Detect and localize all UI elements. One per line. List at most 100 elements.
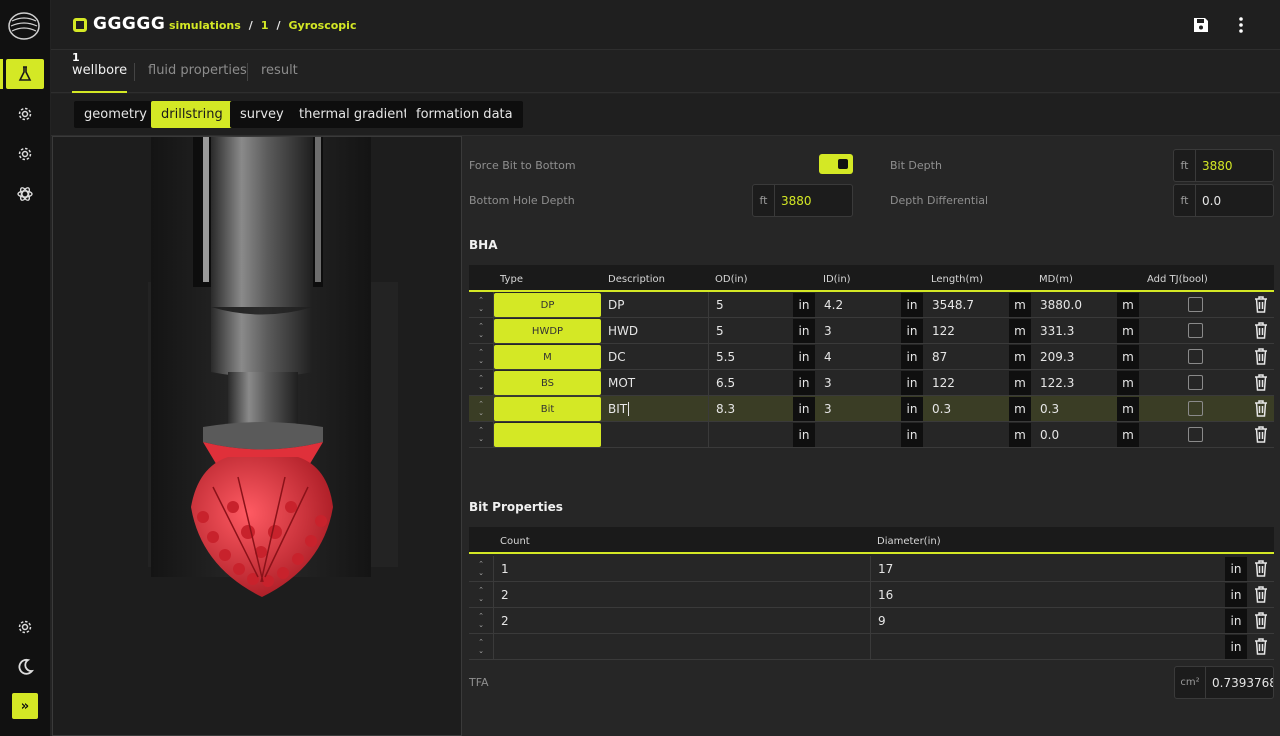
bha-od-input[interactable]: 5.5 (709, 344, 794, 370)
bha-type-select[interactable]: Bit (494, 397, 601, 421)
bha-description-input[interactable]: DC (602, 344, 709, 370)
bha-length-input[interactable]: 122 (925, 370, 1010, 396)
delete-row-button[interactable] (1254, 612, 1268, 629)
delete-row-button[interactable] (1254, 400, 1268, 417)
chevron-down-icon[interactable]: ⌄ (478, 305, 484, 314)
delete-row-button[interactable] (1254, 322, 1268, 339)
bha-od-input[interactable] (709, 422, 794, 448)
bha-id-input[interactable]: 3 (817, 318, 902, 344)
bit-diameter-input[interactable]: 17 (871, 556, 1225, 582)
bha-od-input[interactable]: 8.3 (709, 396, 794, 422)
logo-icon[interactable] (7, 11, 41, 41)
bit-diameter-input[interactable]: 9 (871, 608, 1225, 634)
chevron-up-icon[interactable]: ⌃ (478, 400, 484, 409)
bha-type-select[interactable]: M (494, 345, 601, 369)
reorder-stepper[interactable]: ⌃ ⌄ (469, 292, 494, 318)
reorder-stepper[interactable]: ⌃ ⌄ (469, 634, 494, 660)
chevron-down-icon[interactable]: ⌄ (478, 647, 484, 656)
bha-id-input[interactable]: 4 (817, 344, 902, 370)
reorder-stepper[interactable]: ⌃ ⌄ (469, 422, 494, 448)
delete-row-button[interactable] (1254, 586, 1268, 603)
tab-wellbore[interactable]: wellbore (72, 63, 128, 93)
tab-fluid-properties[interactable]: fluid properties (148, 63, 247, 93)
sidebar-item-lab[interactable] (0, 59, 44, 89)
sidebar-item-dark-mode[interactable] (6, 652, 44, 682)
bha-length-input[interactable]: 3548.7 (925, 292, 1010, 318)
bha-description-input[interactable]: DP (602, 292, 709, 318)
subtab-survey[interactable]: survey (230, 101, 294, 128)
sidebar-item-settings-2[interactable] (6, 139, 44, 169)
chevron-up-icon[interactable]: ⌃ (478, 612, 484, 621)
chevron-down-icon[interactable]: ⌄ (478, 409, 484, 418)
bha-type-select[interactable] (494, 423, 601, 447)
chevron-up-icon[interactable]: ⌃ (478, 638, 484, 647)
bit-diameter-input[interactable]: 16 (871, 582, 1225, 608)
bottom-hole-field[interactable]: ft 3880 (752, 184, 853, 217)
chevron-down-icon[interactable]: ⌄ (478, 383, 484, 392)
delete-row-button[interactable] (1254, 296, 1268, 313)
bha-od-input[interactable]: 5 (709, 292, 794, 318)
save-button[interactable] (1191, 15, 1211, 35)
bha-description-input[interactable] (602, 422, 709, 448)
bha-id-input[interactable]: 3 (817, 370, 902, 396)
bit-count-input[interactable]: 2 (494, 608, 871, 634)
reorder-stepper[interactable]: ⌃ ⌄ (469, 344, 494, 370)
reorder-stepper[interactable]: ⌃ ⌄ (469, 556, 494, 582)
chevron-down-icon[interactable]: ⌄ (478, 569, 484, 578)
bha-id-input[interactable]: 4.2 (817, 292, 902, 318)
bha-length-input[interactable] (925, 422, 1010, 448)
breadcrumb-simulation-id[interactable]: 1 (261, 19, 269, 32)
breadcrumb-current[interactable]: Gyroscopic (289, 19, 357, 32)
reorder-stepper[interactable]: ⌃ ⌄ (469, 318, 494, 344)
bit-count-input[interactable]: 2 (494, 582, 871, 608)
bit-count-input[interactable]: 1 (494, 556, 871, 582)
chevron-down-icon[interactable]: ⌄ (478, 331, 484, 340)
delete-row-button[interactable] (1254, 426, 1268, 443)
bha-length-input[interactable]: 122 (925, 318, 1010, 344)
add-tj-checkbox[interactable] (1188, 427, 1203, 442)
breadcrumb-simulations[interactable]: simulations (169, 19, 241, 32)
bha-type-select[interactable]: BS (494, 371, 601, 395)
tab-result[interactable]: result (261, 63, 298, 93)
chevron-down-icon[interactable]: ⌄ (478, 621, 484, 630)
more-menu-button[interactable] (1231, 15, 1251, 35)
add-tj-checkbox[interactable] (1188, 349, 1203, 364)
bit-depth-value[interactable]: 3880 (1196, 150, 1273, 181)
depth-diff-value[interactable]: 0.0 (1196, 185, 1273, 216)
bit-count-input[interactable] (494, 634, 871, 660)
chevron-up-icon[interactable]: ⌃ (478, 374, 484, 383)
delete-row-button[interactable] (1254, 374, 1268, 391)
chevron-down-icon[interactable]: ⌄ (478, 435, 484, 444)
drillstring-3d-viewer[interactable] (52, 136, 462, 736)
bit-diameter-input[interactable] (871, 634, 1225, 660)
chevron-up-icon[interactable]: ⌃ (478, 348, 484, 357)
sidebar-item-settings[interactable] (6, 612, 44, 642)
chevron-up-icon[interactable]: ⌃ (478, 296, 484, 305)
subtab-thermal-gradient[interactable]: thermal gradient (289, 101, 419, 128)
bit-depth-field[interactable]: ft 3880 (1173, 149, 1274, 182)
add-tj-checkbox[interactable] (1188, 401, 1203, 416)
tfa-field[interactable]: cm² 0.7393768 (1174, 666, 1274, 699)
bha-description-input[interactable]: BIT (602, 396, 709, 422)
sidebar-item-atom[interactable] (6, 179, 44, 209)
bha-description-input[interactable]: MOT (602, 370, 709, 396)
add-tj-checkbox[interactable] (1188, 375, 1203, 390)
subtab-drillstring[interactable]: drillstring (151, 101, 233, 128)
reorder-stepper[interactable]: ⌃ ⌄ (469, 396, 494, 422)
delete-row-button[interactable] (1254, 348, 1268, 365)
reorder-stepper[interactable]: ⌃ ⌄ (469, 608, 494, 634)
bha-description-input[interactable]: HWD (602, 318, 709, 344)
sidebar-item-settings-1[interactable] (6, 99, 44, 129)
bha-id-input[interactable]: 3 (817, 396, 902, 422)
chevron-up-icon[interactable]: ⌃ (478, 586, 484, 595)
chevron-up-icon[interactable]: ⌃ (478, 560, 484, 569)
depth-diff-field[interactable]: ft 0.0 (1173, 184, 1274, 217)
subtab-formation-data[interactable]: formation data (406, 101, 523, 128)
bha-length-input[interactable]: 0.3 (925, 396, 1010, 422)
expand-sidebar-button[interactable]: » (12, 693, 38, 719)
chevron-up-icon[interactable]: ⌃ (478, 322, 484, 331)
bha-type-select[interactable]: DP (494, 293, 601, 317)
bha-type-select[interactable]: HWDP (494, 319, 601, 343)
chevron-down-icon[interactable]: ⌄ (478, 595, 484, 604)
reorder-stepper[interactable]: ⌃ ⌄ (469, 370, 494, 396)
